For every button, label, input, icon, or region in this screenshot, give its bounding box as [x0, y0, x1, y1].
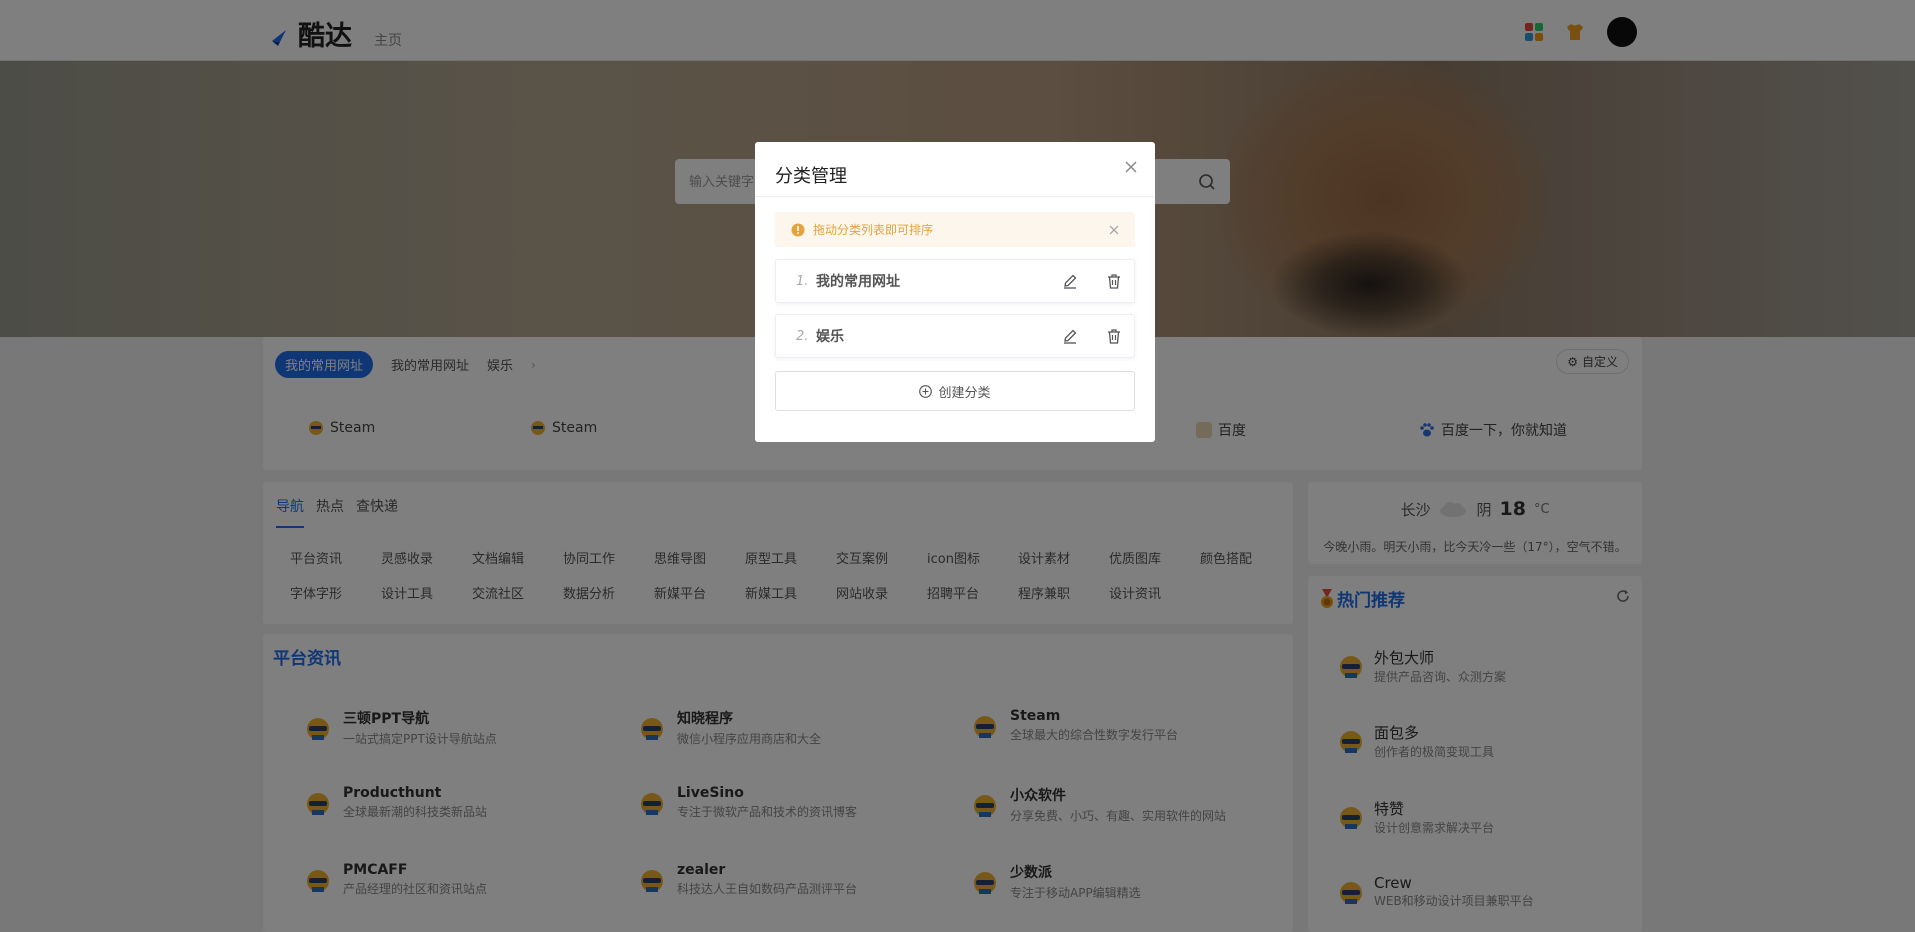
category-manage-dialog: 分类管理 拖动分类列表即可排序 1. 我的常用网址 2. 娱乐 创建分类: [755, 142, 1155, 442]
warning-icon: [791, 223, 805, 236]
plus-circle-icon: [919, 384, 933, 398]
category-row[interactable]: 2. 娱乐: [775, 314, 1135, 358]
modal-overlay[interactable]: [0, 0, 1915, 932]
create-category-button[interactable]: 创建分类: [775, 371, 1135, 411]
dialog-title: 分类管理: [775, 166, 847, 187]
edit-icon[interactable]: [1062, 273, 1078, 289]
category-name: 娱乐: [816, 329, 844, 345]
category-name: 我的常用网址: [816, 274, 900, 290]
create-category-label: 创建分类: [938, 385, 991, 401]
trash-icon[interactable]: [1106, 328, 1122, 344]
row-index: 1.: [796, 273, 809, 289]
close-icon[interactable]: [1125, 161, 1137, 173]
close-icon[interactable]: [1109, 225, 1119, 235]
row-index: 2.: [796, 328, 809, 344]
trash-icon[interactable]: [1106, 273, 1122, 289]
divider: [755, 196, 1155, 197]
category-row[interactable]: 1. 我的常用网址: [775, 259, 1135, 303]
alert-text: 拖动分类列表即可排序: [813, 223, 934, 237]
edit-icon[interactable]: [1062, 328, 1078, 344]
sort-hint-alert: 拖动分类列表即可排序: [775, 212, 1135, 247]
